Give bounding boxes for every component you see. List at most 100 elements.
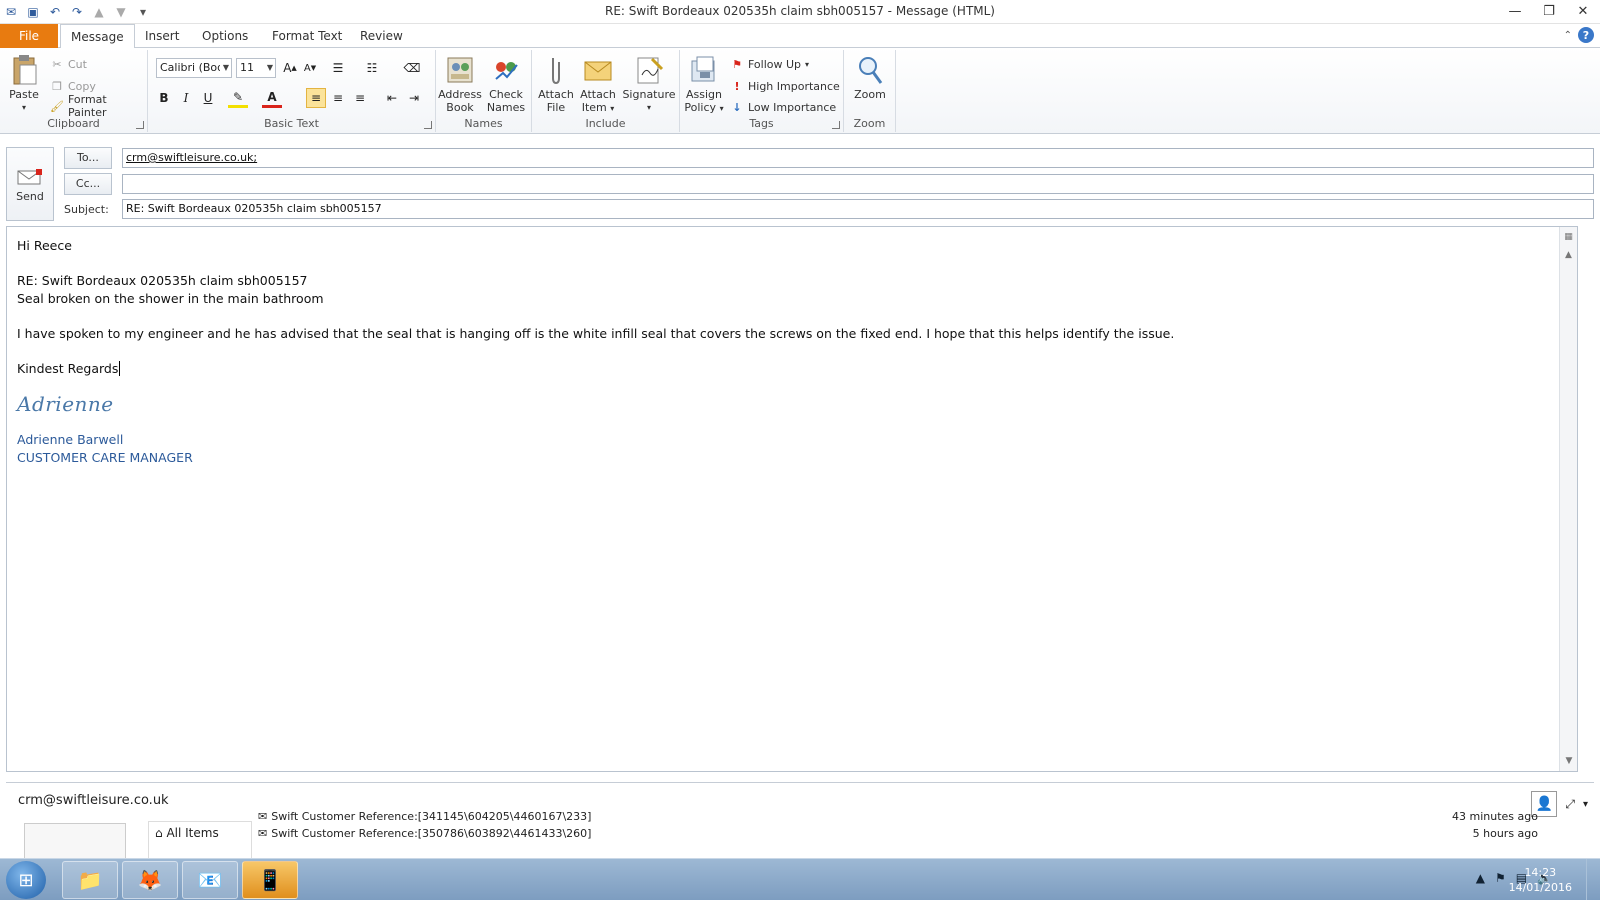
close-button[interactable]: ✕ xyxy=(1566,0,1600,22)
underline-button[interactable]: U xyxy=(198,88,218,108)
cut-button[interactable]: ✂ Cut xyxy=(50,54,87,74)
low-importance-button[interactable]: ↓ Low Importance xyxy=(730,97,836,117)
signature-name: Adrienne Barwell xyxy=(17,432,124,447)
font-color-icon[interactable]: A xyxy=(262,88,282,108)
shrink-font-icon[interactable]: A ▼ xyxy=(300,58,320,78)
assign-policy-icon xyxy=(688,54,720,86)
send-button[interactable]: Send xyxy=(6,147,54,221)
assign-policy-label-1: Assign xyxy=(686,88,722,101)
address-book-button[interactable]: Address Book xyxy=(438,54,482,114)
taskbar-firefox[interactable]: 🦊 xyxy=(122,861,178,899)
bold-button[interactable]: B xyxy=(154,88,174,108)
action-center-flag-icon[interactable]: ⚑ xyxy=(1495,871,1506,885)
grow-font-icon[interactable]: A ▲ xyxy=(280,58,300,78)
arrow-down-icon: ↓ xyxy=(732,100,742,114)
italic-button[interactable]: I xyxy=(176,88,196,108)
align-left-icon[interactable]: ≡ xyxy=(306,88,326,108)
cc-button[interactable]: Cc... xyxy=(64,173,112,195)
minimize-button[interactable]: — xyxy=(1498,0,1532,22)
to-button[interactable]: To... xyxy=(64,147,112,169)
help-icon[interactable]: ? xyxy=(1578,27,1594,43)
numbering-icon[interactable]: ☷ xyxy=(362,58,382,78)
message-header: Send To... crm@swiftleisure.co.uk; Cc...… xyxy=(0,135,1600,223)
group-names: Address Book Check Names Names xyxy=(436,50,532,132)
cc-field[interactable] xyxy=(122,174,1594,194)
tab-insert[interactable]: Insert xyxy=(135,24,189,48)
signature-button[interactable]: Signature ▾ xyxy=(622,54,676,114)
zoom-button[interactable]: Zoom xyxy=(848,54,892,101)
message-body[interactable]: Hi Reece RE: Swift Bordeaux 020535h clai… xyxy=(6,226,1578,772)
signature-label: Signature xyxy=(622,88,676,101)
taskbar-outlook[interactable]: 📧 xyxy=(182,861,238,899)
assign-policy-label-2: Policy xyxy=(684,101,717,114)
bullets-icon[interactable]: ☰ xyxy=(328,58,348,78)
mail-item-time: 5 hours ago xyxy=(1472,827,1538,839)
send-label: Send xyxy=(16,190,44,203)
tags-launcher-icon[interactable] xyxy=(832,121,840,129)
taskbar-phone-app[interactable]: 📱 xyxy=(242,861,298,899)
tab-options[interactable]: Options xyxy=(192,24,258,48)
address-book-label-2: Book xyxy=(446,101,474,114)
tab-file[interactable]: File xyxy=(0,24,58,48)
decrease-indent-icon[interactable]: ⇤ xyxy=(382,88,402,108)
attach-file-label-1: Attach xyxy=(538,88,574,101)
envelope-icon: ✉ xyxy=(258,827,268,839)
attach-item-button[interactable]: Attach Item ▾ xyxy=(578,54,618,115)
tab-format-text[interactable]: Format Text xyxy=(262,24,352,48)
high-importance-button[interactable]: ! High Importance xyxy=(730,76,839,96)
show-desktop-button[interactable] xyxy=(1586,859,1600,900)
tab-review[interactable]: Review xyxy=(350,24,413,48)
to-field[interactable]: crm@swiftleisure.co.uk; xyxy=(122,148,1594,168)
body-ref-line: RE: Swift Bordeaux 020535h claim sbh0051… xyxy=(17,273,308,288)
attach-file-button[interactable]: Attach File xyxy=(536,54,576,114)
people-pane: crm@swiftleisure.co.uk 👤 ⤢ ▾ ⌂ All Items… xyxy=(6,782,1594,863)
basic-text-launcher-icon[interactable] xyxy=(424,121,432,129)
format-painter-label: Format Painter xyxy=(67,93,107,119)
font-size-value: 11 xyxy=(240,61,254,74)
format-painter-button[interactable]: 🖌 Format Painter xyxy=(50,93,147,119)
tray-expand-icon[interactable]: ▲ xyxy=(1476,871,1485,885)
assign-policy-button[interactable]: Assign Policy ▾ xyxy=(682,54,726,115)
increase-indent-icon[interactable]: ⇥ xyxy=(404,88,424,108)
subject-field[interactable]: RE: Swift Bordeaux 020535h claim sbh0051… xyxy=(122,199,1594,219)
check-names-button[interactable]: Check Names xyxy=(484,54,528,114)
taskbar-clock[interactable]: 14:23 14/01/2016 xyxy=(1509,865,1572,895)
start-button[interactable]: ⊞ xyxy=(6,861,46,899)
closing-text: Kindest Regards xyxy=(17,361,119,376)
body-scrollbar[interactable]: ▦ ▲ ▼ xyxy=(1559,227,1577,771)
group-zoom: Zoom Zoom xyxy=(844,50,896,132)
paste-dropdown-icon: ▾ xyxy=(21,103,26,112)
clear-formatting-icon[interactable]: ⌫ xyxy=(402,58,422,78)
taskbar-explorer[interactable]: 📁 xyxy=(62,861,118,899)
copy-icon: ❐ xyxy=(52,79,62,93)
align-right-icon[interactable]: ≡ xyxy=(350,88,370,108)
ruler-icon[interactable]: ▦ xyxy=(1561,229,1577,245)
all-items-nav[interactable]: ⌂ All Items xyxy=(148,821,252,861)
to-recipient[interactable]: crm@swiftleisure.co.uk; xyxy=(126,151,257,164)
restore-button[interactable]: ❐ xyxy=(1532,0,1566,22)
scroll-up-icon[interactable]: ▲ xyxy=(1561,247,1577,263)
check-names-icon xyxy=(490,54,522,86)
collapse-icon[interactable]: ▾ xyxy=(1583,799,1588,810)
font-size-combo[interactable]: 11 ▼ xyxy=(236,58,276,78)
collapse-ribbon-icon[interactable]: ⌃ xyxy=(1564,30,1572,41)
mail-item[interactable]: ✉ Swift Customer Reference:[341145\60420… xyxy=(258,807,1558,825)
mail-item[interactable]: ✉ Swift Customer Reference:[350786\60389… xyxy=(258,827,1558,839)
phone-icon: 📱 xyxy=(257,868,283,892)
scissors-icon: ✂ xyxy=(52,57,62,71)
font-combo[interactable]: Calibri (Body)▼ xyxy=(156,58,232,78)
align-center-icon[interactable]: ≡ xyxy=(328,88,348,108)
body-content[interactable]: Hi Reece RE: Swift Bordeaux 020535h clai… xyxy=(17,237,1174,467)
attach-file-label-2: File xyxy=(546,101,566,114)
expand-icon[interactable]: ⤢ xyxy=(1565,797,1575,812)
paste-button[interactable]: Paste ▾ xyxy=(4,54,44,114)
send-icon xyxy=(16,168,44,186)
body-greeting: Hi Reece xyxy=(17,238,72,253)
follow-up-button[interactable]: ⚑ Follow Up ▾ xyxy=(730,54,809,74)
clipboard-launcher-icon[interactable] xyxy=(136,121,144,129)
highlight-icon[interactable]: ✎ xyxy=(228,88,248,108)
people-pane-email: crm@swiftleisure.co.uk xyxy=(18,793,169,808)
scroll-down-icon[interactable]: ▼ xyxy=(1561,753,1577,769)
outlook-icon: 📧 xyxy=(197,868,223,892)
tab-message[interactable]: Message xyxy=(60,24,135,49)
